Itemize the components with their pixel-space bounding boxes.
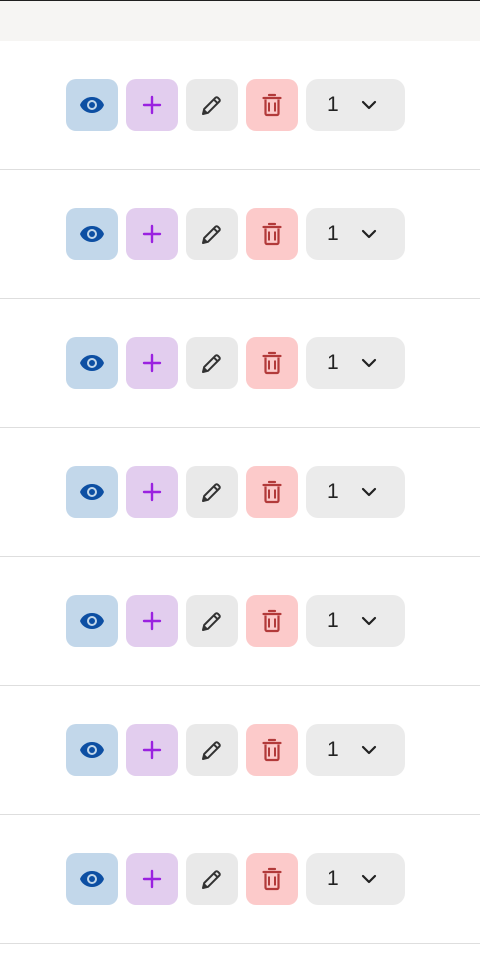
quantity-select[interactable]: 1 [306,337,405,389]
trash-icon [262,867,282,891]
edit-button[interactable] [186,79,238,131]
add-button[interactable] [126,853,178,905]
delete-button[interactable] [246,79,298,131]
plus-icon [142,224,162,244]
view-button[interactable] [66,79,118,131]
row-actions: 1 [66,466,405,518]
row-actions: 1 [66,595,405,647]
eye-icon [79,354,105,372]
add-button[interactable] [126,466,178,518]
quantity-value: 1 [327,351,339,374]
pencil-icon [200,609,224,633]
quantity-value: 1 [327,867,339,890]
view-button[interactable] [66,853,118,905]
row-actions: 1 [66,208,405,260]
view-button[interactable] [66,466,118,518]
chevron-down-icon [361,745,377,755]
trash-icon [262,351,282,375]
quantity-select[interactable]: 1 [306,724,405,776]
delete-button[interactable] [246,466,298,518]
view-button[interactable] [66,595,118,647]
page: 1 1 1 1 1 1 1 [0,0,480,962]
edit-button[interactable] [186,208,238,260]
eye-icon [79,483,105,501]
quantity-value: 1 [327,222,339,245]
row-actions: 1 [66,724,405,776]
eye-icon [79,870,105,888]
add-button[interactable] [126,724,178,776]
list-row: 1 [0,686,480,815]
quantity-value: 1 [327,93,339,116]
quantity-select[interactable]: 1 [306,208,405,260]
list-row: 1 [0,815,480,944]
quantity-select[interactable]: 1 [306,853,405,905]
item-list: 1 1 1 1 1 1 1 [0,41,480,944]
chevron-down-icon [361,229,377,239]
trash-icon [262,222,282,246]
trash-icon [262,609,282,633]
row-actions: 1 [66,853,405,905]
delete-button[interactable] [246,595,298,647]
view-button[interactable] [66,208,118,260]
chevron-down-icon [361,358,377,368]
quantity-select[interactable]: 1 [306,595,405,647]
edit-button[interactable] [186,853,238,905]
header-strip [0,1,480,41]
eye-icon [79,96,105,114]
edit-button[interactable] [186,466,238,518]
chevron-down-icon [361,874,377,884]
plus-icon [142,353,162,373]
delete-button[interactable] [246,724,298,776]
view-button[interactable] [66,337,118,389]
add-button[interactable] [126,79,178,131]
eye-icon [79,225,105,243]
edit-button[interactable] [186,724,238,776]
row-actions: 1 [66,337,405,389]
pencil-icon [200,480,224,504]
chevron-down-icon [361,616,377,626]
trash-icon [262,93,282,117]
plus-icon [142,482,162,502]
list-row: 1 [0,170,480,299]
pencil-icon [200,351,224,375]
delete-button[interactable] [246,337,298,389]
eye-icon [79,612,105,630]
add-button[interactable] [126,208,178,260]
plus-icon [142,869,162,889]
row-actions: 1 [66,79,405,131]
quantity-value: 1 [327,609,339,632]
quantity-select[interactable]: 1 [306,79,405,131]
quantity-select[interactable]: 1 [306,466,405,518]
eye-icon [79,741,105,759]
trash-icon [262,480,282,504]
quantity-value: 1 [327,480,339,503]
pencil-icon [200,222,224,246]
list-row: 1 [0,428,480,557]
pencil-icon [200,93,224,117]
list-row: 1 [0,41,480,170]
pencil-icon [200,738,224,762]
edit-button[interactable] [186,595,238,647]
list-row: 1 [0,299,480,428]
delete-button[interactable] [246,208,298,260]
add-button[interactable] [126,595,178,647]
plus-icon [142,611,162,631]
edit-button[interactable] [186,337,238,389]
chevron-down-icon [361,487,377,497]
list-row: 1 [0,557,480,686]
pencil-icon [200,867,224,891]
chevron-down-icon [361,100,377,110]
delete-button[interactable] [246,853,298,905]
plus-icon [142,740,162,760]
view-button[interactable] [66,724,118,776]
plus-icon [142,95,162,115]
trash-icon [262,738,282,762]
quantity-value: 1 [327,738,339,761]
add-button[interactable] [126,337,178,389]
